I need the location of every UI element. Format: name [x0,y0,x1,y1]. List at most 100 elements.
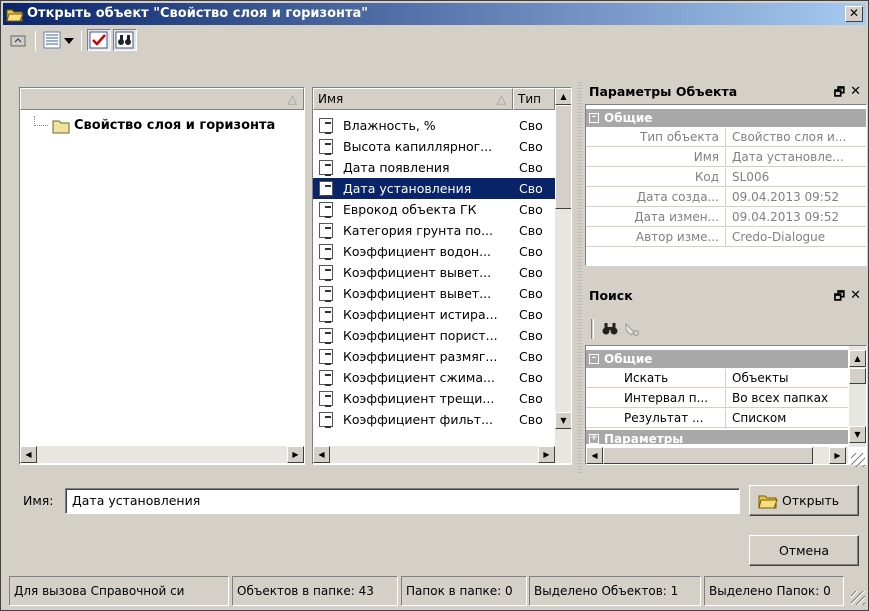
param-key: Дата измен... [586,208,726,226]
search-param-row[interactable]: Результат ... Списком [586,409,848,428]
list-item[interactable]: Коэффициент трещи... Сво [313,388,555,409]
list-item-name: Коэффициент фильт... [343,412,493,427]
list-item-type: Сво [519,139,543,154]
open-button[interactable]: Открыть [749,485,859,516]
close-panel-icon[interactable]: ✕ [850,81,861,103]
param-row[interactable]: Дата созда... 09.04.2013 09:52 [586,188,866,207]
folder-tree[interactable]: △ Свойство слоя и горизонта ◀ ▶ [19,87,305,465]
param-row[interactable]: Автор изме... Credo-Dialogue [586,228,866,247]
list-item-name: Дата установления [343,181,472,196]
scroll-right-button[interactable]: ▶ [287,446,304,463]
collapse-icon[interactable]: – [589,113,599,123]
scroll-left-button[interactable]: ◀ [20,446,37,463]
property-icon [319,391,333,407]
list-item[interactable]: Высота капиллярног... Сво [313,136,555,157]
property-icon [319,412,333,428]
dock-pin-icon[interactable]: 🗗 [834,81,845,103]
list-vscrollbar[interactable]: ▲ ▼ [555,88,571,446]
status-folders-count: Папок в папке: 0 [401,576,527,606]
params-group-header[interactable]: – Общие [586,109,866,127]
scroll-left-button[interactable]: ◀ [586,447,603,464]
panel-splitter[interactable] [577,81,582,473]
search-group-header-params[interactable]: + Параметры [586,430,848,444]
scroll-left-button[interactable]: ◀ [313,446,330,463]
tree-root-item[interactable]: Свойство слоя и горизонта [20,116,304,136]
cancel-button[interactable]: Отмена [749,535,859,566]
param-row[interactable]: Код SL006 [586,168,866,187]
list-item[interactable]: Коэффициент размяг... Сво [313,346,555,367]
param-key: Имя [586,148,726,166]
param-value: 09.04.2013 09:52 [732,190,840,204]
param-row[interactable]: Дата измен... 09.04.2013 09:52 [586,208,866,227]
param-row[interactable]: Тип объекта Свойство слоя и... [586,128,866,147]
list-item[interactable]: Коэффициент порист... Сво [313,325,555,346]
expand-icon[interactable]: + [589,434,599,444]
clear-search-icon[interactable] [623,321,641,337]
list-item[interactable]: Категория грунта по... Сво [313,220,555,241]
property-icon [319,370,333,386]
list-item[interactable]: Коэффициент вывет... Сво [313,262,555,283]
object-list[interactable]: Имя △ Тип Влажность, % Сво Высота капилляр… [312,87,572,465]
list-item[interactable]: Дата установления Сво [313,178,555,199]
search-vscrollbar[interactable]: ▲ ▼ [849,346,866,447]
toolbar-separator [35,31,36,51]
list-item[interactable]: Коэффициент фильт... Сво [313,409,555,430]
binoculars-icon[interactable] [601,321,619,337]
list-item[interactable]: Коэффициент вывет... Сво [313,283,555,304]
find-button[interactable] [113,29,137,51]
search-param-value: Списком [732,411,787,425]
collapse-icon[interactable]: – [589,354,599,364]
search-panel-title: Поиск [589,288,633,303]
list-item[interactable]: Еврокод объекта ГК Сво [313,199,555,220]
binoculars-icon [115,31,134,49]
check-filter-button[interactable] [87,29,111,51]
list-item-name: Коэффициент порист... [343,328,498,343]
scroll-thumb[interactable] [603,447,813,464]
resize-grip[interactable] [851,591,865,605]
property-icon [319,118,333,134]
scroll-up-button[interactable]: ▲ [555,88,571,105]
status-objects-count: Объектов в папке: 43 [232,576,398,606]
list-item-name: Коэффициент вывет... [343,286,492,301]
list-item-type: Сво [519,391,543,406]
list-item[interactable]: Дата появления Сво [313,157,555,178]
name-input[interactable]: Дата установления [65,488,740,514]
search-param-key: Интервал п... [586,389,726,407]
search-grid[interactable]: – Общие Искать Объекты Интервал п... Во все… [585,345,867,465]
scroll-down-button[interactable]: ▼ [555,412,571,429]
view-mode-button[interactable] [41,29,77,51]
resize-grip[interactable] [851,453,865,467]
params-grid[interactable]: – Общие Тип объекта Свойство слоя и... Имя… [585,104,867,266]
close-button[interactable]: ✕ [845,6,863,22]
list-item-name: Коэффициент размяг... [343,349,498,364]
column-header-type[interactable]: Тип [513,88,555,110]
column-header-name[interactable]: Имя △ [313,88,513,110]
up-folder-button[interactable] [7,29,29,51]
param-value: Свойство слоя и... [732,130,847,144]
scroll-thumb[interactable] [849,368,866,384]
scroll-thumb[interactable] [555,105,571,209]
scroll-right-button[interactable]: ▶ [829,447,846,464]
search-hscrollbar[interactable]: ◀ ▶ [586,447,848,464]
property-icon [319,307,333,323]
tree-line [34,116,48,126]
scroll-right-button[interactable]: ▶ [538,446,555,463]
close-panel-icon[interactable]: ✕ [850,285,861,307]
dock-pin-icon[interactable]: 🗗 [834,285,845,307]
open-folder-icon [758,495,778,509]
list-item[interactable]: Коэффициент водон... Сво [313,241,555,262]
list-item[interactable]: Влажность, % Сво [313,115,555,136]
list-item[interactable]: Коэффициент истира... Сво [313,304,555,325]
list-item[interactable]: Коэффициент сжима... Сво [313,367,555,388]
list-hscrollbar[interactable]: ◀ ▶ [313,446,571,463]
scroll-down-button[interactable]: ▼ [849,426,866,443]
tree-hscrollbar[interactable]: ◀ ▶ [20,446,304,463]
params-panel-header: Параметры Объекта 🗗 ✕ [585,81,867,103]
search-group-header[interactable]: – Общие [586,350,848,368]
scroll-up-button[interactable]: ▲ [849,350,866,367]
search-toolbar [585,315,867,343]
search-param-row[interactable]: Искать Объекты [586,369,848,388]
search-param-row[interactable]: Интервал п... Во всех папках [586,389,848,408]
title-bar: Открыть объект "Свойство слоя и горизонт… [3,3,866,25]
param-row[interactable]: Имя Дата установле... [586,148,866,167]
